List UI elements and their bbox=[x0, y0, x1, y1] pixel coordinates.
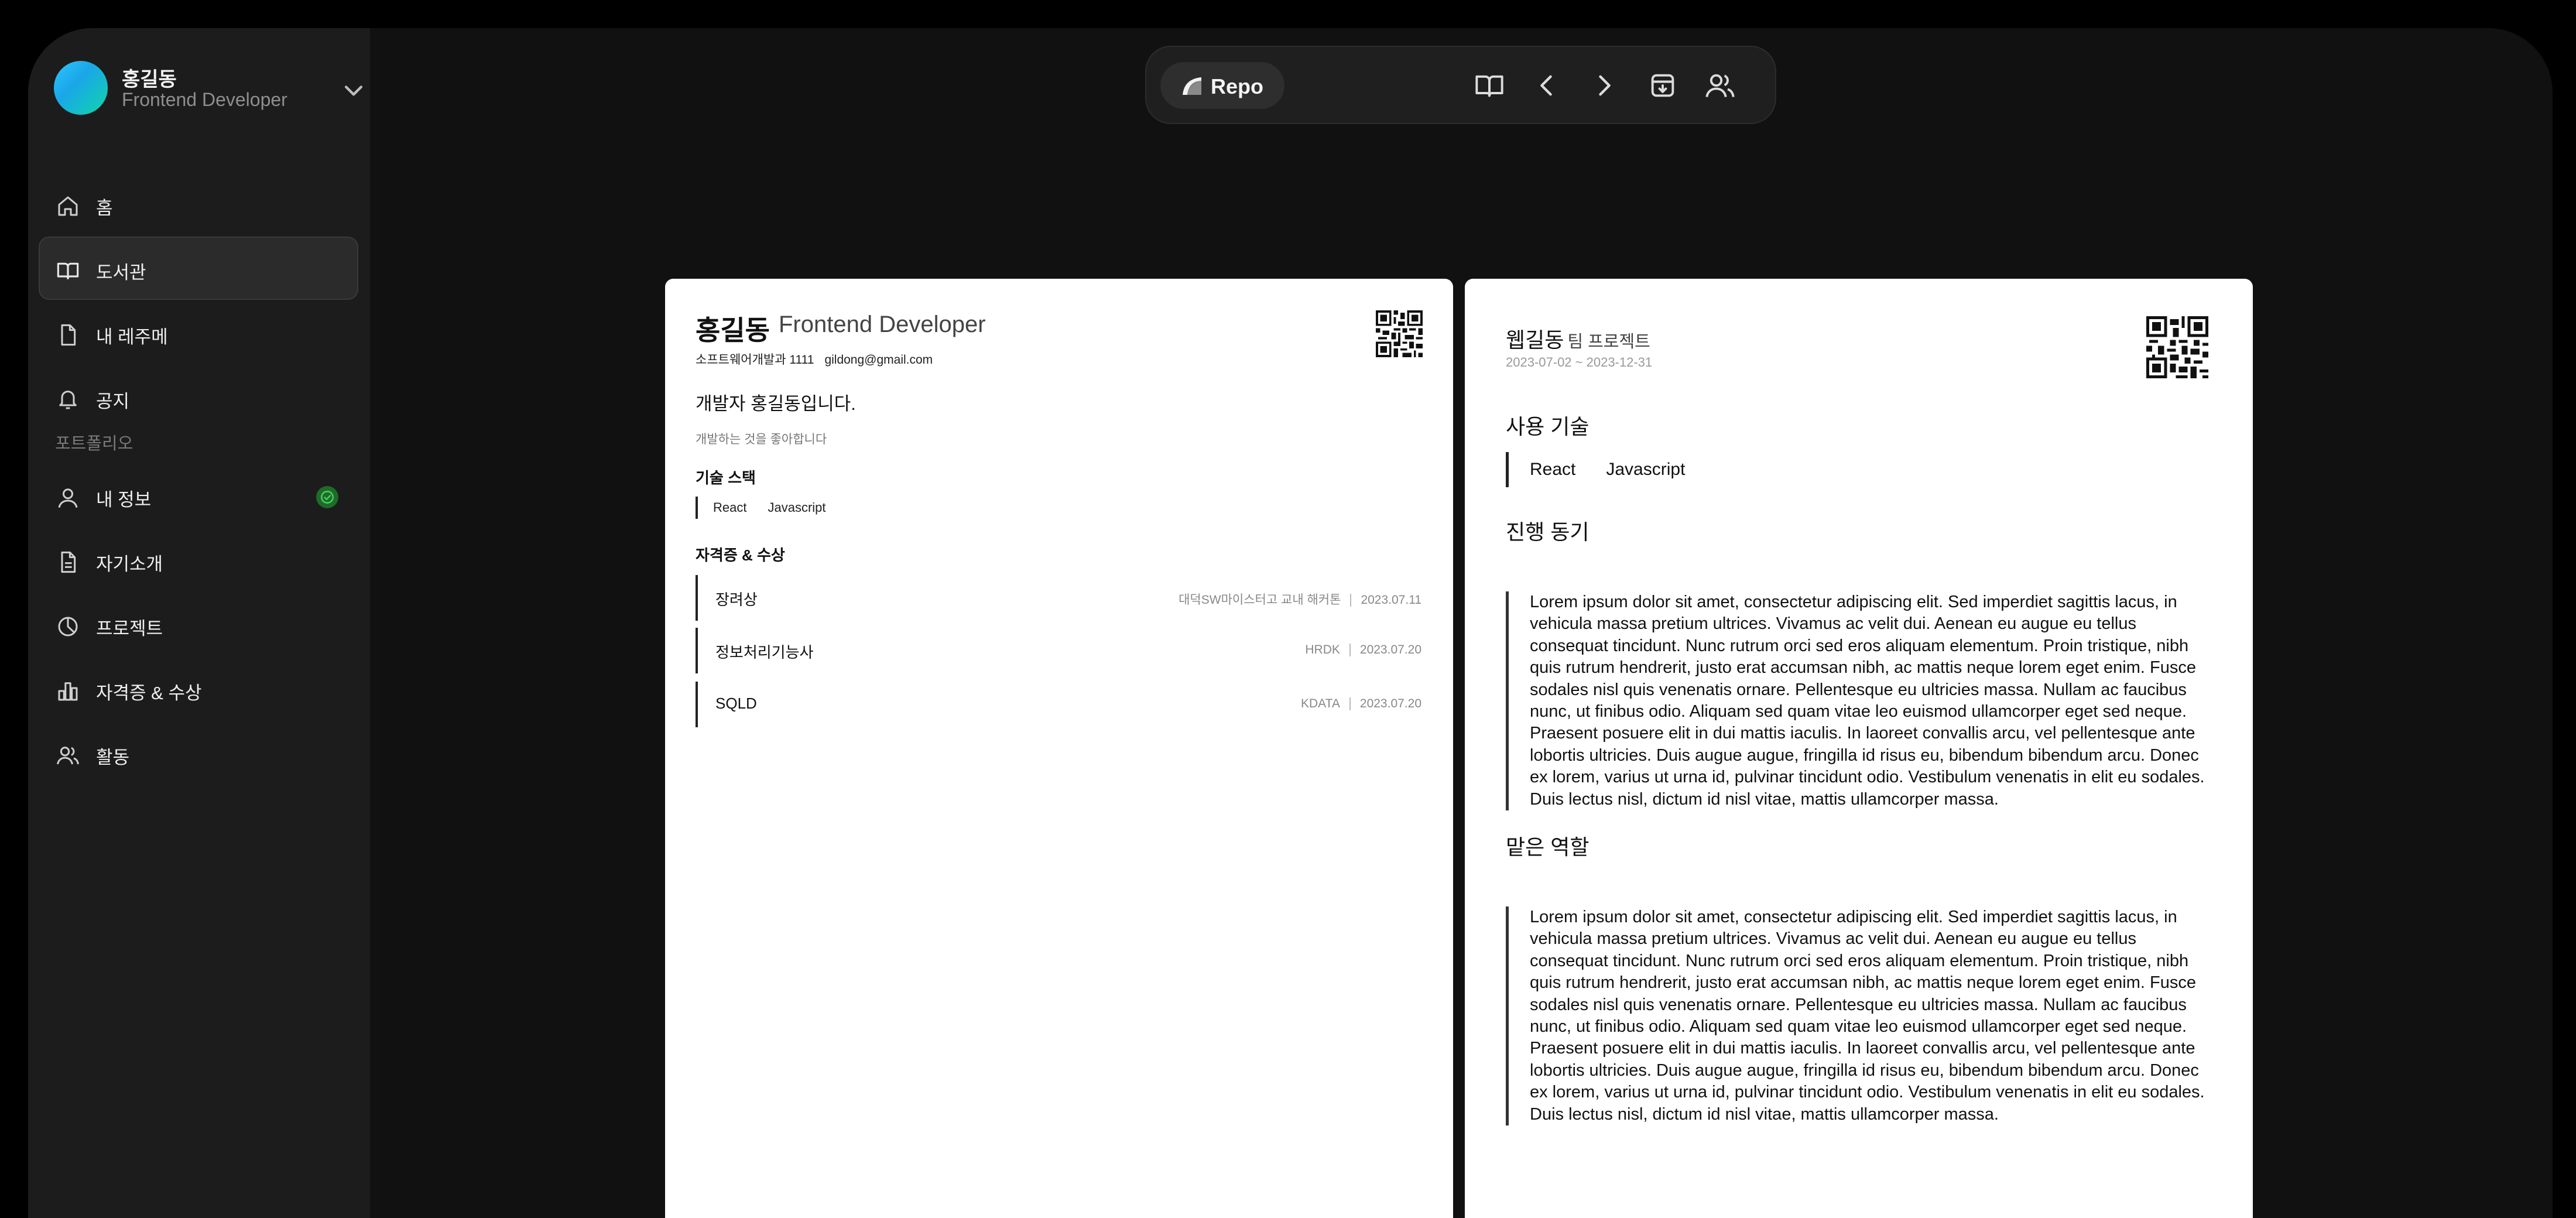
viewer-toolbar: Repo bbox=[1145, 46, 1776, 124]
award-date: 2023.07.20 bbox=[1359, 697, 1421, 710]
sidebar-item-my-resume[interactable]: 내 레주메 bbox=[39, 301, 358, 364]
sidebar-item-my-info[interactable]: 내 정보 bbox=[39, 464, 358, 527]
award-row: 정보처리기능사 HRDK 2023.07.20 bbox=[696, 628, 1421, 673]
qr-code-icon bbox=[1376, 310, 1423, 357]
sidebar-item-label: 프로젝트 bbox=[96, 618, 163, 639]
repo-logo-icon bbox=[1183, 77, 1201, 95]
award-date: 2023.07.20 bbox=[1359, 643, 1421, 656]
avatar bbox=[54, 61, 108, 115]
repo-label: Repo bbox=[1211, 74, 1263, 98]
resume-email: gildong@gmail.com bbox=[824, 353, 933, 367]
pie-chart-icon bbox=[58, 617, 78, 637]
tech-stack-title: 사용 기술 bbox=[1506, 415, 1590, 439]
award-name: 장려상 bbox=[715, 591, 758, 608]
sidebar-item-notice[interactable]: 공지 bbox=[39, 365, 358, 429]
resume-intro: 개발하는 것을 좋아합니다 bbox=[696, 433, 827, 446]
resume-headline: 개발자 홍길동입니다. bbox=[696, 394, 856, 414]
portfolio-section-label: 포트폴리오 bbox=[55, 434, 133, 453]
sidebar-item-library[interactable]: 도서관 bbox=[39, 237, 358, 300]
home-icon bbox=[58, 196, 78, 216]
book-open-icon[interactable] bbox=[1474, 70, 1505, 101]
sidebar-item-label: 홈 bbox=[96, 198, 113, 218]
resume-contact: 소프트웨어개발과 1111 gildong@gmail.com bbox=[696, 350, 933, 368]
resume-role: Frontend Developer bbox=[779, 312, 986, 337]
award-name: 정보처리기능사 bbox=[715, 644, 814, 661]
sidebar-item-label: 도서관 bbox=[96, 262, 146, 283]
repo-button[interactable]: Repo bbox=[1160, 62, 1284, 109]
motivation-text: Lorem ipsum dolor sit amet, consectetur … bbox=[1506, 591, 2214, 811]
skills-title: 기술 스택 bbox=[696, 469, 756, 487]
user-icon bbox=[58, 488, 78, 508]
app-window: 홍길동 Frontend Developer 홈 도서관 내 레주메 공지 포트… bbox=[28, 28, 2553, 1218]
profile-header[interactable]: 홍길동 Frontend Developer bbox=[54, 61, 363, 119]
award-issuer: HRDK bbox=[1305, 643, 1340, 656]
profile-name: 홍길동 bbox=[122, 69, 177, 91]
archive-download-icon[interactable] bbox=[1647, 70, 1678, 101]
sidebar-item-label: 내 레주메 bbox=[96, 327, 168, 347]
chevron-left-icon[interactable] bbox=[1532, 70, 1562, 101]
skill-tag: React bbox=[713, 500, 747, 515]
chevron-right-icon[interactable] bbox=[1589, 70, 1619, 101]
sidebar-item-label: 활동 bbox=[96, 747, 130, 768]
award-meta: HRDK 2023.07.20 bbox=[1305, 643, 1421, 657]
award-row: SQLD KDATA 2023.07.20 bbox=[696, 682, 1421, 727]
profile-role: Frontend Developer bbox=[122, 89, 287, 110]
awards-title: 자격증 & 수상 bbox=[696, 546, 785, 564]
sidebar-item-label: 내 정보 bbox=[96, 490, 152, 510]
sidebar-item-awards[interactable]: 자격증 & 수상 bbox=[39, 657, 358, 720]
award-name: SQLD bbox=[715, 694, 757, 712]
award-row: 장려상 대덕SW마이스터고 교내 해커톤 2023.07.11 bbox=[696, 575, 1421, 621]
book-icon bbox=[57, 262, 79, 279]
award-date: 2023.07.11 bbox=[1361, 593, 1421, 607]
motivation-title: 진행 동기 bbox=[1506, 520, 1590, 544]
project-period: 2023-07-02 ~ 2023-12-31 bbox=[1506, 355, 1653, 369]
skill-tag: React bbox=[1530, 460, 1576, 479]
sidebar-item-label: 공지 bbox=[96, 391, 130, 412]
sidebar-item-label: 자기소개 bbox=[96, 554, 163, 574]
users-icon bbox=[57, 747, 79, 765]
skill-tag: Javascript bbox=[768, 500, 826, 515]
skills-list: React Javascript bbox=[696, 497, 826, 519]
project-name: 웹길동 bbox=[1506, 328, 1564, 352]
sidebar-item-home[interactable]: 홈 bbox=[39, 172, 358, 235]
project-title: 웹길동 팀 프로젝트 bbox=[1506, 323, 1650, 354]
award-meta: KDATA 2023.07.20 bbox=[1301, 697, 1421, 711]
chevron-down-icon[interactable] bbox=[341, 77, 366, 103]
check-circle-icon bbox=[316, 486, 338, 508]
role-text: Lorem ipsum dolor sit amet, consectetur … bbox=[1506, 906, 2214, 1126]
role-title: 맡은 역할 bbox=[1506, 835, 1590, 859]
bar-chart-icon bbox=[58, 682, 78, 701]
resume-page: 홍길동 Frontend Developer 소프트웨어개발과 1111 gild… bbox=[665, 279, 1453, 1218]
award-meta: 대덕SW마이스터고 교내 해커톤 2023.07.11 bbox=[1179, 590, 1421, 608]
file-text-icon bbox=[61, 551, 76, 573]
sidebar: 홍길동 Frontend Developer 홈 도서관 내 레주메 공지 포트… bbox=[28, 28, 370, 1218]
resume-department: 소프트웨어개발과 1111 bbox=[696, 353, 814, 367]
project-type: 팀 프로젝트 bbox=[1567, 333, 1650, 351]
users-icon[interactable] bbox=[1705, 70, 1735, 101]
skill-tag: Javascript bbox=[1606, 460, 1686, 479]
resume-name: 홍길동 bbox=[696, 315, 770, 345]
sidebar-item-projects[interactable]: 프로젝트 bbox=[39, 593, 358, 656]
sidebar-item-label: 자격증 & 수상 bbox=[96, 683, 202, 703]
bell-icon bbox=[59, 391, 77, 409]
document-icon bbox=[61, 324, 76, 346]
award-issuer: 대덕SW마이스터고 교내 해커톤 bbox=[1179, 593, 1341, 607]
qr-code-icon bbox=[2146, 316, 2208, 378]
tech-stack-list: React Javascript bbox=[1506, 452, 1685, 487]
project-page: 웹길동 팀 프로젝트 2023-07-02 ~ 2023-12-31 사용 기술 … bbox=[1465, 279, 2253, 1218]
sidebar-item-activities[interactable]: 활동 bbox=[39, 721, 358, 785]
award-issuer: KDATA bbox=[1300, 697, 1340, 710]
sidebar-item-self-intro[interactable]: 자기소개 bbox=[39, 528, 358, 591]
